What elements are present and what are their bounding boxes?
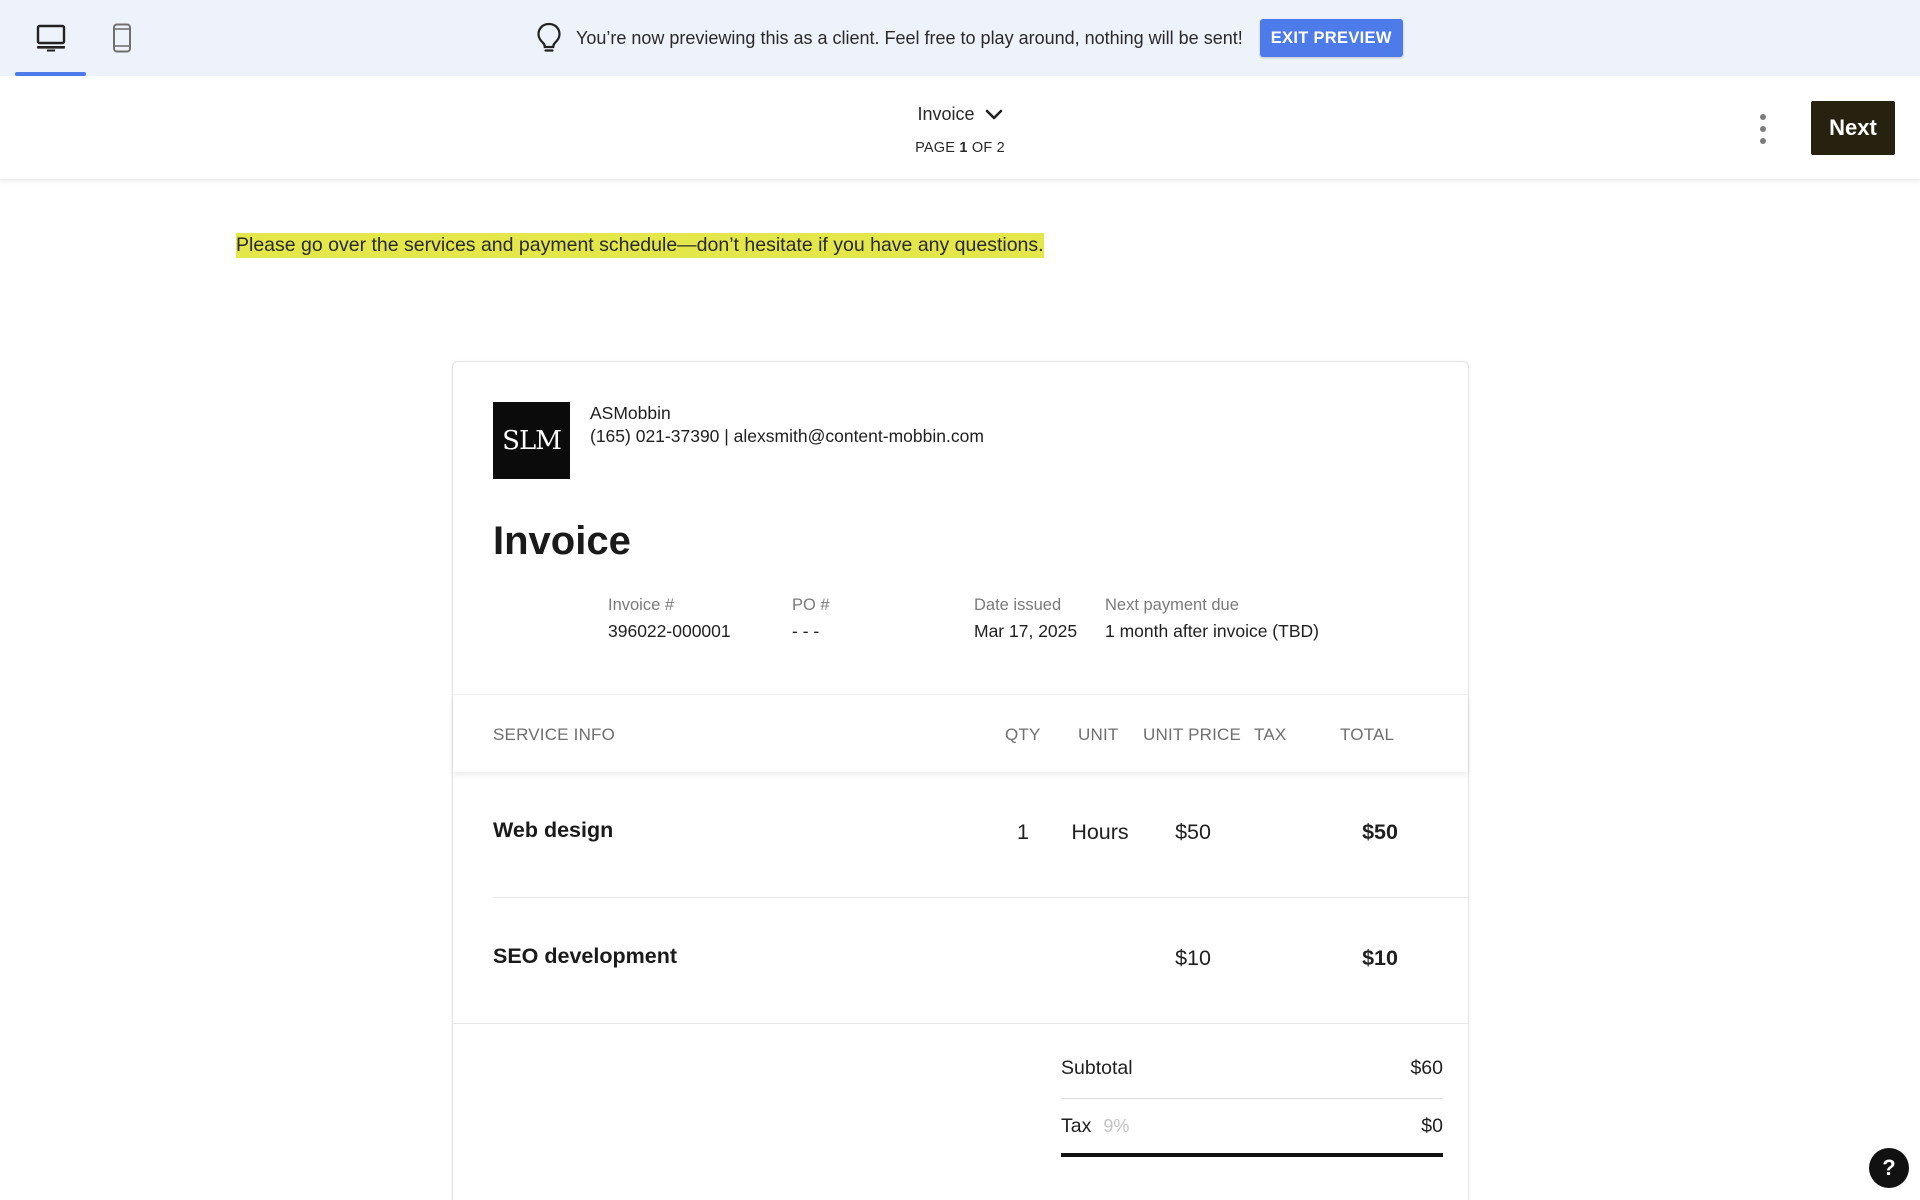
mobile-icon <box>112 23 131 53</box>
next-payment-due: 1 month after invoice (TBD) <box>1105 621 1319 641</box>
desktop-icon <box>36 24 65 52</box>
more-options-icon[interactable] <box>1752 114 1774 144</box>
next-payment-label: Next payment due <box>1105 596 1239 614</box>
page-indicator: PAGE 1 OF 2 <box>860 140 1060 156</box>
invoice-card: SLM ASMobbin (165) 021-37390 | alexsmith… <box>452 361 1469 1200</box>
table-row: Web design 1 Hours $50 $50 <box>453 772 1468 898</box>
date-issued-label: Date issued <box>974 596 1062 614</box>
subtotal-value: $60 <box>1410 1057 1443 1079</box>
tax-label-group: Tax 9% <box>1061 1115 1129 1138</box>
document-selector[interactable]: Invoice <box>900 104 1020 125</box>
table-row: SEO development $10 $10 <box>453 898 1468 1024</box>
po-number-label: PO # <box>792 596 830 614</box>
help-button[interactable]: ? <box>1869 1148 1909 1188</box>
page-total: 2 <box>996 140 1005 156</box>
subtotal-row: Subtotal $60 <box>1061 1043 1443 1099</box>
service-total: $10 <box>1362 946 1398 970</box>
subtotal-label: Subtotal <box>1061 1057 1133 1079</box>
po-number: - - - <box>792 621 820 641</box>
page-middle: OF <box>971 140 993 156</box>
date-issued: Mar 17, 2025 <box>974 621 1078 641</box>
document-toolbar: Invoice PAGE 1 OF 2 Next <box>0 76 1920 180</box>
invoice-number-block: Invoice # 396022-000001 <box>608 596 731 642</box>
service-qty: 1 <box>1017 820 1029 844</box>
service-name: SEO development <box>493 944 677 968</box>
company-logo: SLM <box>493 402 570 479</box>
column-tax: TAX <box>1254 725 1287 744</box>
preview-banner: You’re now previewing this as a client. … <box>0 0 1920 76</box>
subtotal-divider <box>1061 1098 1443 1099</box>
preview-message: You’re now previewing this as a client. … <box>576 27 1243 48</box>
service-name: Web design <box>493 818 614 842</box>
tax-rate: 9% <box>1103 1116 1130 1136</box>
invoice-number: 396022-000001 <box>608 621 731 641</box>
column-service-info: SERVICE INFO <box>493 725 616 744</box>
invoice-title: Invoice <box>493 519 631 563</box>
service-unit-price: $50 <box>1175 820 1211 844</box>
column-qty: QTY <box>1005 725 1041 744</box>
company-contact: (165) 021-37390 | alexsmith@content-mobb… <box>590 426 984 446</box>
company-name: ASMobbin <box>590 403 671 423</box>
table-header: SERVICE INFO QTY UNIT UNIT PRICE TAX TOT… <box>453 694 1468 772</box>
next-payment-block: Next payment due 1 month after invoice (… <box>1105 596 1319 642</box>
service-unit: Hours <box>1071 820 1129 844</box>
chevron-down-icon <box>985 109 1002 119</box>
mobile-view-tab[interactable] <box>86 0 157 76</box>
exit-preview-button[interactable]: EXIT PREVIEW <box>1259 19 1403 57</box>
client-note: Please go over the services and payment … <box>236 233 1044 258</box>
preview-message-group: You’re now previewing this as a client. … <box>536 19 1403 57</box>
logo-text: SLM <box>502 425 562 456</box>
tax-value: $0 <box>1421 1115 1443 1137</box>
page-current: 1 <box>959 140 968 156</box>
total-divider <box>1061 1153 1443 1157</box>
invoice-number-label: Invoice # <box>608 596 675 614</box>
tax-label: Tax <box>1061 1115 1092 1137</box>
service-unit-price: $10 <box>1175 946 1211 970</box>
document-title: Invoice <box>917 104 975 124</box>
date-issued-block: Date issued Mar 17, 2025 <box>974 596 1077 642</box>
service-total: $50 <box>1362 820 1398 844</box>
tax-row: Tax 9% $0 <box>1061 1101 1443 1157</box>
column-unit-price: UNIT PRICE <box>1143 725 1242 744</box>
po-number-block: PO # - - - <box>792 596 830 642</box>
row-divider <box>453 1023 1468 1024</box>
page-prefix: PAGE <box>915 140 956 156</box>
lightbulb-icon <box>537 22 561 52</box>
desktop-view-tab[interactable] <box>15 0 86 76</box>
next-button[interactable]: Next <box>1811 101 1895 155</box>
column-unit: UNIT <box>1078 725 1119 744</box>
column-total: TOTAL <box>1340 725 1395 744</box>
